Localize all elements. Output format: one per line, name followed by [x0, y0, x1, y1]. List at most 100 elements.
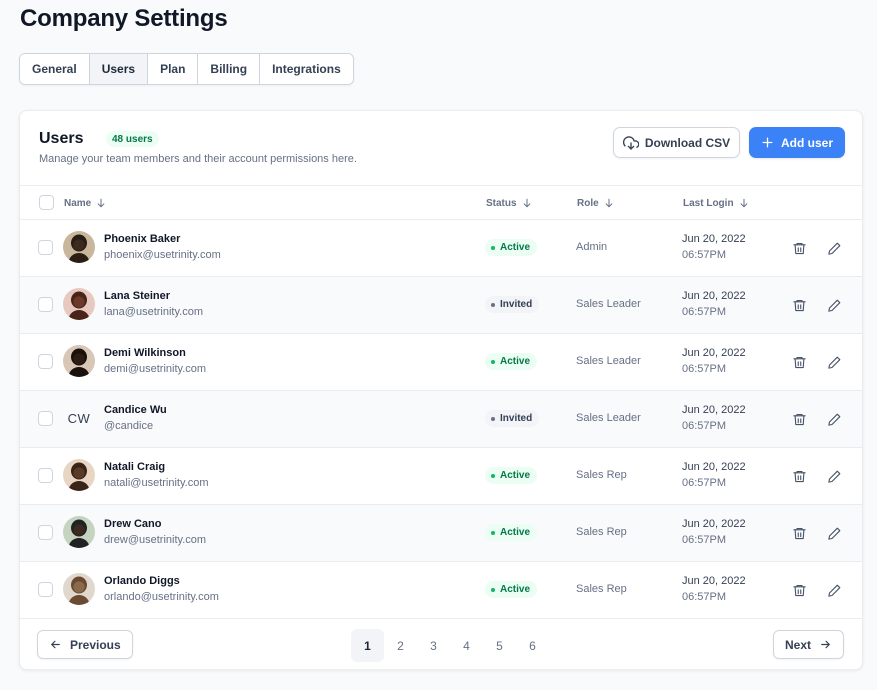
last-login-date: Jun 20, 2022: [682, 575, 746, 587]
next-button[interactable]: Next: [773, 630, 845, 659]
delete-button[interactable]: [789, 580, 809, 600]
row-checkbox[interactable]: [38, 354, 53, 369]
previous-button[interactable]: Previous: [37, 630, 133, 659]
user-role: Sales Rep: [576, 583, 627, 595]
add-user-button[interactable]: Add user: [749, 127, 845, 158]
trash-icon: [792, 299, 806, 311]
user-name: Natali Craig: [104, 461, 166, 473]
column-label-last-login: Last Login: [683, 197, 734, 209]
table-row: Demi Wilkinson demi@usetrinity.com Activ…: [20, 333, 862, 390]
last-login-date: Jun 20, 2022: [682, 233, 746, 245]
trash-icon: [792, 242, 806, 254]
avatar: [63, 459, 95, 491]
row-checkbox[interactable]: [38, 525, 53, 540]
last-login-time: 06:57PM: [682, 477, 727, 489]
edit-button[interactable]: [824, 352, 844, 372]
last-login-time: 06:57PM: [682, 306, 727, 318]
tab-plan[interactable]: Plan: [148, 54, 199, 84]
row-checkbox[interactable]: [38, 297, 53, 312]
trash-icon: [792, 413, 806, 425]
trash-icon: [792, 356, 806, 368]
row-checkbox[interactable]: [38, 411, 53, 426]
arrow-down-icon: [523, 198, 530, 208]
arrow-right-icon: [821, 640, 830, 649]
page-number[interactable]: 5: [483, 629, 516, 662]
row-checkbox[interactable]: [38, 468, 53, 483]
last-login-date: Jun 20, 2022: [682, 290, 746, 302]
select-all-checkbox[interactable]: [39, 195, 54, 210]
status-label: Active: [500, 470, 531, 481]
column-header-name[interactable]: Name: [64, 186, 106, 220]
delete-button[interactable]: [789, 238, 809, 258]
edit-button[interactable]: [824, 523, 844, 543]
last-login-time: 06:57PM: [682, 249, 727, 261]
page-number[interactable]: 2: [384, 629, 417, 662]
table-row: Natali Craig natali@usetrinity.com Activ…: [20, 447, 862, 504]
edit-button[interactable]: [824, 295, 844, 315]
status-dot: [491, 473, 495, 478]
status-dot: [491, 416, 495, 421]
page-number[interactable]: 4: [450, 629, 483, 662]
delete-button[interactable]: [789, 295, 809, 315]
page-number[interactable]: 6: [516, 629, 549, 662]
page-number[interactable]: 1: [351, 629, 384, 662]
page-title: Company Settings: [20, 5, 228, 32]
last-login-date: Jun 20, 2022: [682, 347, 746, 359]
user-role: Sales Leader: [576, 412, 641, 424]
pencil-icon: [827, 470, 840, 483]
last-login-time: 06:57PM: [682, 420, 727, 432]
row-checkbox[interactable]: [38, 582, 53, 597]
page-number[interactable]: 3: [417, 629, 450, 662]
delete-button[interactable]: [789, 466, 809, 486]
column-header-role[interactable]: Role: [577, 186, 614, 220]
status-badge: Active: [485, 467, 538, 484]
edit-button[interactable]: [824, 238, 844, 258]
user-email: phoenix@usetrinity.com: [104, 249, 221, 261]
row-checkbox[interactable]: [38, 240, 53, 255]
status-badge: Active: [485, 524, 538, 541]
column-header-last-login[interactable]: Last Login: [683, 186, 749, 220]
last-login-date: Jun 20, 2022: [682, 518, 746, 530]
pencil-icon: [827, 584, 840, 597]
status-label: Invited: [500, 413, 533, 424]
download-csv-label: Download CSV: [644, 135, 731, 150]
user-role: Sales Rep: [576, 526, 627, 538]
status-dot: [491, 302, 495, 307]
arrow-left-icon: [51, 640, 60, 649]
table-row: Drew Cano drew@usetrinity.com Active Sal…: [20, 504, 862, 561]
status-badge: Active: [485, 581, 538, 598]
delete-button[interactable]: [789, 523, 809, 543]
status-label: Active: [500, 527, 531, 538]
delete-button[interactable]: [789, 352, 809, 372]
edit-button[interactable]: [824, 409, 844, 429]
previous-label: Previous: [70, 637, 121, 652]
download-csv-button[interactable]: Download CSV: [613, 127, 740, 158]
table-body: Phoenix Baker phoenix@usetrinity.com Act…: [20, 219, 862, 618]
tab-users[interactable]: Users: [89, 54, 149, 84]
tab-integrations[interactable]: Integrations: [260, 54, 353, 84]
status-label: Active: [500, 356, 531, 367]
avatar: [63, 516, 95, 548]
tab-general[interactable]: General: [20, 54, 90, 84]
user-email: drew@usetrinity.com: [104, 534, 207, 546]
pencil-icon: [827, 527, 840, 540]
user-name: Lana Steiner: [104, 290, 171, 302]
arrow-down-icon: [605, 198, 613, 208]
cloud-download-icon: [622, 135, 639, 151]
column-label-name: Name: [64, 197, 92, 209]
edit-button[interactable]: [824, 580, 844, 600]
status-badge: Active: [485, 239, 538, 256]
page-numbers: 1 2 3 4 5 6: [351, 629, 549, 662]
edit-button[interactable]: [824, 466, 844, 486]
last-login-time: 06:57PM: [682, 363, 727, 375]
user-role: Sales Leader: [576, 298, 641, 310]
user-name: Drew Cano: [104, 518, 162, 530]
user-email: natali@usetrinity.com: [104, 477, 209, 489]
delete-button[interactable]: [789, 409, 809, 429]
add-user-label: Add user: [780, 135, 833, 150]
column-header-status[interactable]: Status: [486, 186, 532, 220]
status-badge: Active: [485, 353, 538, 370]
user-name: Candice Wu: [104, 404, 167, 416]
tab-billing[interactable]: Billing: [198, 54, 261, 84]
user-name: Orlando Diggs: [104, 575, 180, 587]
